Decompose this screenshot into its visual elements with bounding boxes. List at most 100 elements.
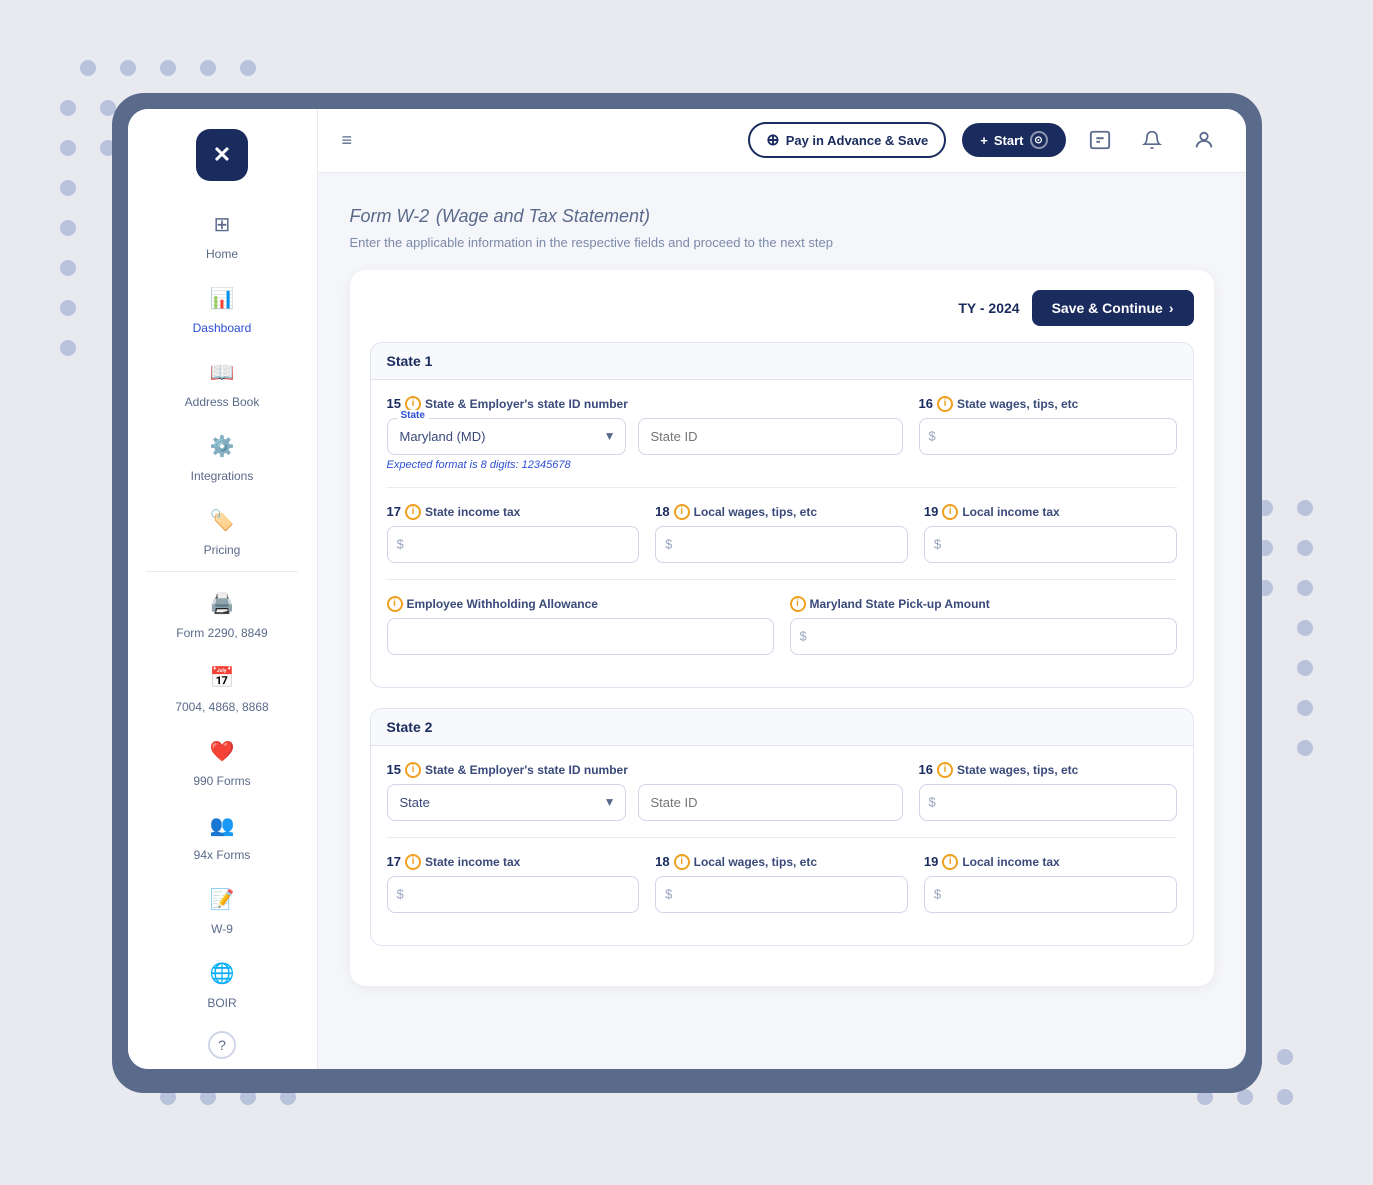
state1-field15-label: 15 i State & Employer's state ID number: [387, 396, 903, 412]
state1-field17: 17 i State income tax $: [387, 504, 640, 563]
form-card: TY - 2024 Save & Continue › State 1: [350, 270, 1214, 986]
state1-row-divider-1: [387, 487, 1177, 488]
state1-field17-input-wrapper: $: [387, 526, 640, 563]
app-container: ✕ ⊞ Home 📊 Dashboard 📖 Address Book ⚙️ I…: [128, 109, 1246, 1069]
state1-field16-input[interactable]: [919, 418, 1177, 455]
state2-field16-dollar-icon: $: [929, 795, 936, 810]
state2-field19-info-icon[interactable]: i: [942, 854, 958, 870]
state2-field19-input-wrapper: $: [924, 876, 1177, 913]
state2-field16-input[interactable]: [919, 784, 1177, 821]
sidebar-item-address-book[interactable]: 📖 Address Book: [128, 345, 317, 419]
state2-field15-label: 15 i State & Employer's state ID number: [387, 762, 903, 778]
sidebar-item-7004[interactable]: 📅 7004, 4868, 8868: [128, 650, 317, 724]
field18-dollar-icon: $: [665, 537, 672, 552]
top-nav: ≡ ⊕ Pay in Advance & Save + Start ⊙: [318, 109, 1246, 173]
state1-extra-row: i Employee Withholding Allowance i Maryl…: [387, 596, 1177, 655]
state2-field18-info-icon[interactable]: i: [674, 854, 690, 870]
state2-field17-input-wrapper: $: [387, 876, 640, 913]
home-icon: ⊞: [204, 207, 240, 243]
field16-info-icon[interactable]: i: [937, 396, 953, 412]
state2-field17: 17 i State income tax $: [387, 854, 640, 913]
sidebar-divider-1: [146, 571, 297, 572]
state2-state-select[interactable]: State Alabama (AL) Alaska (AK) Californi…: [387, 784, 626, 821]
state2-field18-input-wrapper: $: [655, 876, 908, 913]
page-content: Form W-2 (Wage and Tax Statement) Enter …: [318, 173, 1246, 1069]
field19-dollar-icon: $: [934, 537, 941, 552]
field17-info-icon[interactable]: i: [405, 504, 421, 520]
sidebar-item-990[interactable]: ❤️ 990 Forms: [128, 724, 317, 798]
help-icon: ?: [208, 1031, 236, 1059]
withholding-info-icon[interactable]: i: [387, 596, 403, 612]
state2-state-id-input[interactable]: [638, 784, 903, 821]
field17-dollar-icon: $: [397, 537, 404, 552]
state1-field16: 16 i State wages, tips, etc $: [919, 396, 1177, 455]
state2-field17-input[interactable]: [387, 876, 640, 913]
notification-icon-button[interactable]: [1134, 122, 1170, 158]
pickup-info-icon[interactable]: i: [790, 596, 806, 612]
state1-withholding-field: i Employee Withholding Allowance: [387, 596, 774, 655]
state1-pickup-input[interactable]: [790, 618, 1177, 655]
state1-field18-input-wrapper: $: [655, 526, 908, 563]
form94x-icon: 👥: [204, 808, 240, 844]
start-button[interactable]: + Start ⊙: [962, 123, 1065, 157]
state2-header: State 2: [371, 709, 1193, 746]
state1-field17-label: 17 i State income tax: [387, 504, 640, 520]
state1-body: 15 i State & Employer's state ID number …: [371, 380, 1193, 687]
state1-state-id-input[interactable]: [638, 418, 903, 455]
sidebar-item-help[interactable]: ?: [128, 1021, 317, 1069]
state2-section: State 2 15 i State & Employer's state ID…: [370, 708, 1194, 946]
state1-row-15-16: 15 i State & Employer's state ID number …: [387, 396, 1177, 471]
state1-field19: 19 i Local income tax $: [924, 504, 1177, 563]
state1-state-select[interactable]: Maryland (MD) Alabama (AL) Alaska (AK) C…: [387, 418, 626, 455]
state1-field19-input[interactable]: [924, 526, 1177, 563]
state2-field16-label: 16 i State wages, tips, etc: [919, 762, 1177, 778]
field19-info-icon[interactable]: i: [942, 504, 958, 520]
sidebar-item-w9[interactable]: 📝 W-9: [128, 872, 317, 946]
save-continue-button[interactable]: Save & Continue ›: [1032, 290, 1194, 326]
form-card-header: TY - 2024 Save & Continue ›: [370, 290, 1194, 326]
state1-field18-label: 18 i Local wages, tips, etc: [655, 504, 908, 520]
state2-field18-label: 18 i Local wages, tips, etc: [655, 854, 908, 870]
state2-field16-info-icon[interactable]: i: [937, 762, 953, 778]
state2-field18-dollar-icon: $: [665, 887, 672, 902]
sidebar-item-dashboard[interactable]: 📊 Dashboard: [128, 271, 317, 345]
outer-card: ✕ ⊞ Home 📊 Dashboard 📖 Address Book ⚙️ I…: [112, 93, 1262, 1093]
app-logo[interactable]: ✕: [196, 129, 248, 181]
state1-field18-input[interactable]: [655, 526, 908, 563]
state1-pickup-input-wrapper: $: [790, 618, 1177, 655]
sidebar-item-home[interactable]: ⊞ Home: [128, 197, 317, 271]
state2-field19-dollar-icon: $: [934, 887, 941, 902]
state2-field17-info-icon[interactable]: i: [405, 854, 421, 870]
state1-field15: 15 i State & Employer's state ID number …: [387, 396, 903, 471]
pay-advance-button[interactable]: ⊕ Pay in Advance & Save: [748, 122, 946, 158]
state1-pickup-field: i Maryland State Pick-up Amount $: [790, 596, 1177, 655]
sidebar: ✕ ⊞ Home 📊 Dashboard 📖 Address Book ⚙️ I…: [128, 109, 318, 1069]
state2-state-select-wrapper: State Alabama (AL) Alaska (AK) Californi…: [387, 784, 626, 821]
main-content: ≡ ⊕ Pay in Advance & Save + Start ⊙: [318, 109, 1246, 1069]
pay-advance-plus-icon: ⊕: [766, 130, 779, 150]
state2-state-id-group: State Alabama (AL) Alaska (AK) Californi…: [387, 784, 903, 821]
page-title: Form W-2 (Wage and Tax Statement): [350, 201, 1214, 229]
user-avatar-button[interactable]: [1186, 122, 1222, 158]
sidebar-item-boir[interactable]: 🌐 BOIR: [128, 946, 317, 1020]
contacts-icon-button[interactable]: [1082, 122, 1118, 158]
state2-field18-input[interactable]: [655, 876, 908, 913]
state2-body: 15 i State & Employer's state ID number …: [371, 746, 1193, 945]
sidebar-toggle-icon[interactable]: ≡: [342, 130, 353, 151]
state1-field16-label: 16 i State wages, tips, etc: [919, 396, 1177, 412]
state2-field19-input[interactable]: [924, 876, 1177, 913]
state2-field17-dollar-icon: $: [397, 887, 404, 902]
state1-withholding-input[interactable]: [387, 618, 774, 655]
dashboard-icon: 📊: [204, 281, 240, 317]
sidebar-item-94x[interactable]: 👥 94x Forms: [128, 798, 317, 872]
field18-info-icon[interactable]: i: [674, 504, 690, 520]
state2-field15-info-icon[interactable]: i: [405, 762, 421, 778]
sidebar-item-pricing[interactable]: 🏷️ Pricing: [128, 493, 317, 567]
form7004-icon: 📅: [204, 660, 240, 696]
state2-field18: 18 i Local wages, tips, etc $: [655, 854, 908, 913]
state2-row-15-16: 15 i State & Employer's state ID number …: [387, 762, 1177, 821]
state1-field19-label: 19 i Local income tax: [924, 504, 1177, 520]
state1-field17-input[interactable]: [387, 526, 640, 563]
sidebar-item-form2290[interactable]: 🖨️ Form 2290, 8849: [128, 576, 317, 650]
sidebar-item-integrations[interactable]: ⚙️ Integrations: [128, 419, 317, 493]
